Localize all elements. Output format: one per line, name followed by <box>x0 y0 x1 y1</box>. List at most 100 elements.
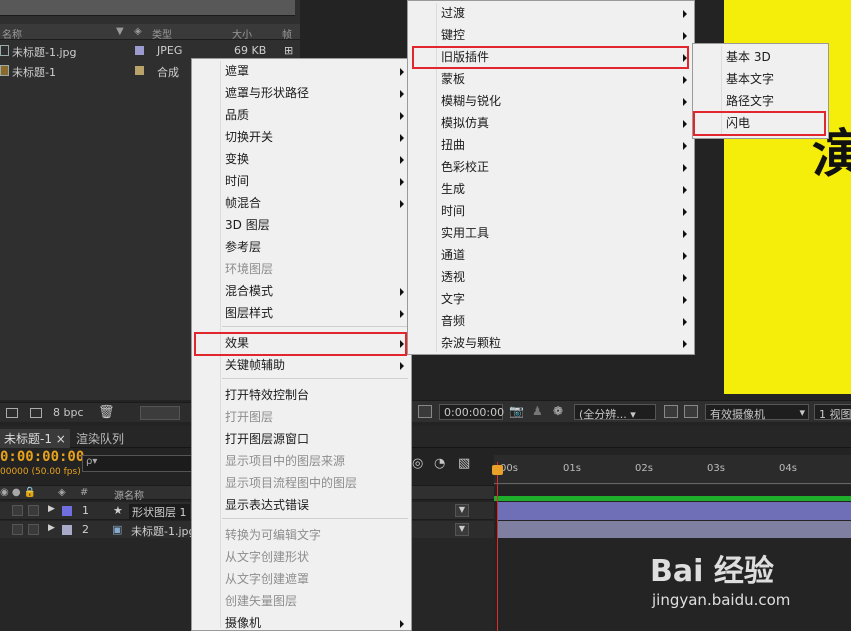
camera-value: 有效摄像机 <box>710 408 765 421</box>
menu-item[interactable]: 色彩校正 <box>408 156 694 178</box>
menu-item[interactable]: 图层样式 <box>192 302 411 324</box>
work-area-bar[interactable] <box>494 496 851 501</box>
fast-preview-icon[interactable] <box>664 405 678 418</box>
item-name: 未标题-1.jpg <box>12 46 77 59</box>
submenu-arrow-icon <box>683 142 687 150</box>
menu-item[interactable]: 过渡 <box>408 2 694 24</box>
camera-select[interactable]: 有效摄像机 ▾ <box>705 404 809 421</box>
menu-item[interactable]: 时间 <box>408 200 694 222</box>
menu-item[interactable]: 基本文字 <box>693 68 828 90</box>
visibility-toggle[interactable] <box>12 524 23 535</box>
flowchart-icon[interactable]: ⊞ <box>284 44 293 57</box>
composition-icon <box>0 65 9 76</box>
folder-icon[interactable] <box>6 408 18 418</box>
menu-item[interactable]: 生成 <box>408 178 694 200</box>
playhead-handle[interactable] <box>492 465 503 475</box>
transparency-grid-icon[interactable] <box>684 405 698 418</box>
label-swatch[interactable] <box>135 46 144 55</box>
region-of-interest-icon[interactable] <box>418 405 432 418</box>
graph-editor-icon[interactable]: ▧ <box>458 456 470 471</box>
menu-item[interactable]: 遮罩 <box>192 60 411 82</box>
project-scroll[interactable] <box>140 406 180 420</box>
menu-item[interactable]: 参考层 <box>192 236 411 258</box>
menu-item[interactable]: 模糊与锐化 <box>408 90 694 112</box>
menu-item[interactable]: 混合模式 <box>192 280 411 302</box>
tab-render-queue[interactable]: 渲染队列 <box>72 429 128 448</box>
expand-triangle-icon[interactable]: ▶ <box>48 523 55 533</box>
layer-mode-dropdown[interactable]: ▼ <box>455 504 469 517</box>
menu-item[interactable]: 切换开关 <box>192 126 411 148</box>
tab-composition[interactable]: 未标题-1 × <box>0 429 70 448</box>
menu-item[interactable]: 实用工具 <box>408 222 694 244</box>
menu-item: 创建矢量图层 <box>192 590 411 612</box>
menu-item[interactable]: 摄像机 <box>192 612 411 631</box>
menu-item: 打开图层 <box>192 406 411 428</box>
menu-item-label: 参考层 <box>225 240 262 254</box>
project-item[interactable]: 未标题-1.jpg JPEG 69 KB ⊞ <box>0 42 300 59</box>
menu-item[interactable]: 音频 <box>408 310 694 332</box>
column-type[interactable]: 类型 <box>152 26 172 41</box>
show-snapshot-icon[interactable]: ♟ <box>532 404 543 418</box>
column-more[interactable]: 帧 <box>282 26 292 41</box>
layer-duration-bar[interactable] <box>497 502 851 520</box>
playhead-line[interactable] <box>497 462 498 631</box>
layer-duration-bar[interactable] <box>497 521 851 538</box>
menu-item[interactable]: 通道 <box>408 244 694 266</box>
channel-icon[interactable]: ❁ <box>553 404 563 418</box>
close-icon[interactable]: × <box>56 432 66 446</box>
sort-chevron-icon[interactable]: ▼ <box>116 26 124 37</box>
menu-item[interactable]: 键控 <box>408 24 694 46</box>
menu-item-label: 创建矢量图层 <box>225 594 298 608</box>
current-time[interactable]: 0:00:00:00 <box>0 449 84 465</box>
layer-search-input[interactable]: ρ▾ <box>82 455 192 472</box>
menu-item[interactable]: 蒙板 <box>408 68 694 90</box>
menu-item[interactable]: 打开特效控制台 <box>192 384 411 406</box>
menu-item[interactable]: 显示表达式错误 <box>192 494 411 516</box>
menu-item[interactable]: 打开图层源窗口 <box>192 428 411 450</box>
column-size[interactable]: 大小 <box>232 26 252 41</box>
menu-item[interactable]: 变换 <box>192 148 411 170</box>
menu-item-label: 图层样式 <box>225 306 274 320</box>
layer-color[interactable] <box>62 525 72 535</box>
column-name[interactable]: 名称 <box>2 26 22 41</box>
menu-item-label: 混合模式 <box>225 284 274 298</box>
menu-item[interactable]: 遮罩与形状路径 <box>192 82 411 104</box>
menu-item[interactable]: 模拟仿真 <box>408 112 694 134</box>
bpc-label[interactable]: 8 bpc <box>53 406 84 419</box>
menu-item-label: 显示项目流程图中的图层 <box>225 476 358 490</box>
menu-item-label: 显示表达式错误 <box>225 498 310 512</box>
submenu-arrow-icon <box>683 186 687 194</box>
menu-item[interactable]: 时间 <box>192 170 411 192</box>
layer-name[interactable]: 形状图层 1 <box>129 504 190 520</box>
label-tag-icon[interactable]: ◈ <box>134 26 142 37</box>
visibility-toggle[interactable] <box>12 505 23 516</box>
layer-mode-dropdown[interactable]: ▼ <box>455 523 469 536</box>
lock-toggle[interactable] <box>28 505 39 516</box>
label-swatch[interactable] <box>135 66 144 75</box>
menu-item[interactable]: 帧混合 <box>192 192 411 214</box>
expand-triangle-icon[interactable]: ▶ <box>48 504 55 514</box>
composition-new-icon[interactable] <box>30 408 42 418</box>
views-select[interactable]: 1 视图 <box>814 404 851 421</box>
viewer-timecode[interactable]: 0:00:00:00 <box>439 404 504 420</box>
frame-blending-icon[interactable]: ◔ <box>434 456 445 471</box>
trash-icon[interactable]: 🗑 <box>98 405 115 420</box>
menu-item[interactable]: 路径文字 <box>693 90 828 112</box>
layer-color[interactable] <box>62 506 72 516</box>
menu-item[interactable]: 关键帧辅助 <box>192 354 411 376</box>
label-tag-icon: ◈ <box>58 487 66 498</box>
menu-item[interactable]: 品质 <box>192 104 411 126</box>
menu-item[interactable]: 文字 <box>408 288 694 310</box>
highlight-legacy <box>412 46 689 69</box>
lock-toggle[interactable] <box>28 524 39 535</box>
layer-name[interactable]: 未标题-1.jpg <box>131 523 196 539</box>
submenu-arrow-icon <box>400 156 404 164</box>
motion-blur-icon[interactable]: ◎ <box>412 456 423 471</box>
menu-item[interactable]: 透视 <box>408 266 694 288</box>
menu-item[interactable]: 扭曲 <box>408 134 694 156</box>
menu-item[interactable]: 基本 3D <box>693 46 828 68</box>
snapshot-icon[interactable]: 📷 <box>509 404 524 418</box>
resolution-select[interactable]: (全分辨... ▾ <box>574 404 656 421</box>
menu-item[interactable]: 杂波与颗粒 <box>408 332 694 354</box>
menu-item[interactable]: 3D 图层 <box>192 214 411 236</box>
